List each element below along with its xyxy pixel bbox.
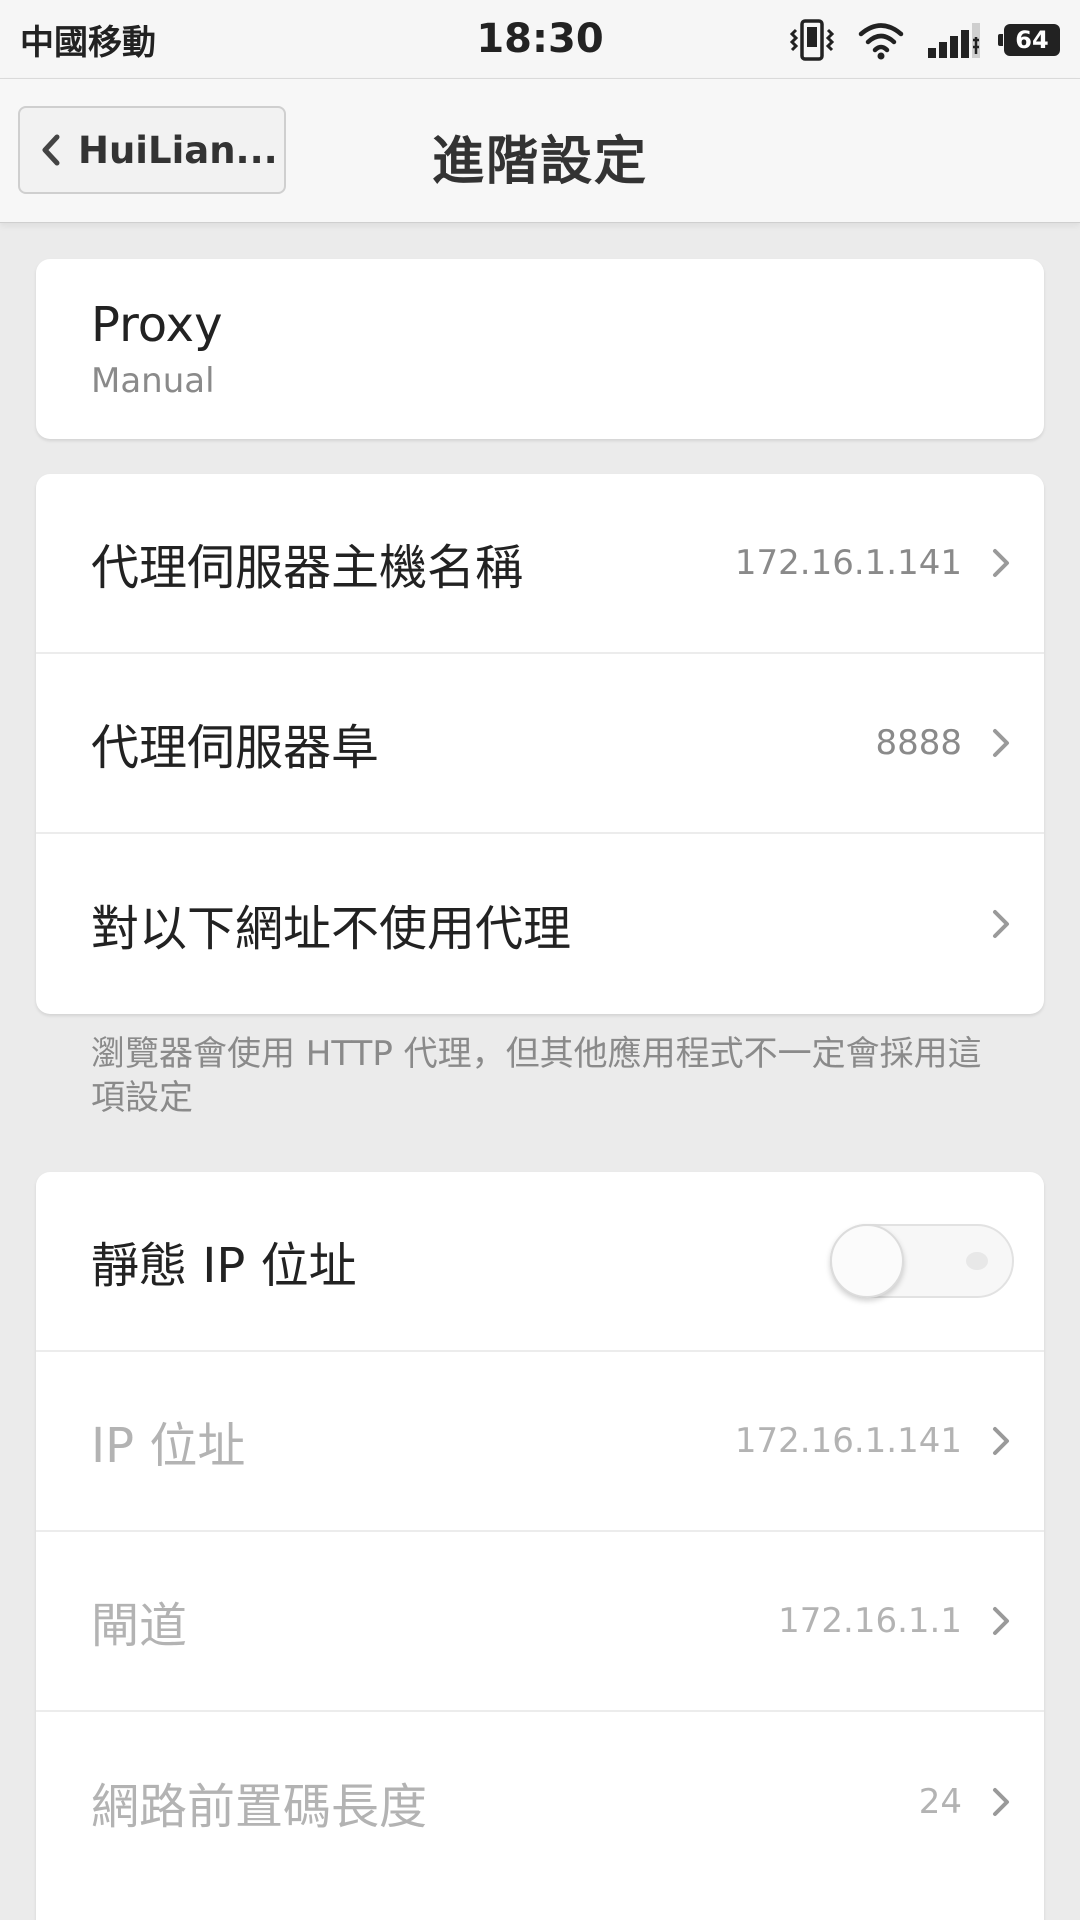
wifi-icon [858, 23, 904, 60]
proxy-settings-card: 代理伺服器主機名稱 172.16.1.141 代理伺服器阜 8888 對以下網址… [36, 474, 1044, 1014]
prefix-length-row[interactable]: 網路前置碼長度 24 [36, 1712, 1044, 1892]
status-icons: 64 [788, 18, 1060, 62]
gateway-row[interactable]: 閘道 172.16.1.1 [36, 1532, 1044, 1712]
chevron-right-icon [993, 1788, 1009, 1816]
toggle-indicator [966, 1252, 988, 1270]
signal-icon [928, 23, 980, 58]
battery-level: 64 [1015, 26, 1049, 54]
vibrate-icon [789, 19, 835, 61]
proxy-port-label: 代理伺服器阜 [91, 720, 380, 776]
chevron-right-icon [993, 910, 1009, 938]
page-title: 進階設定 [431, 132, 648, 192]
proxy-bypass-label: 對以下網址不使用代理 [91, 901, 572, 957]
gateway-value: 172.16.1.1 [778, 1601, 962, 1641]
proxy-label: Proxy [91, 297, 223, 353]
proxy-value: Manual [91, 361, 215, 401]
prefix-length-value: 24 [918, 1782, 962, 1822]
chevron-right-icon [993, 1607, 1009, 1635]
gateway-label: 閘道 [91, 1598, 188, 1654]
screen: 中國移動 18:30 64 HuiLian... 進階設定 Proxy Manu… [0, 0, 1080, 1920]
prefix-length-label: 網路前置碼長度 [91, 1779, 428, 1835]
chevron-right-icon [993, 1427, 1009, 1455]
status-bar: 中國移動 18:30 64 [0, 0, 1080, 78]
static-ip-row[interactable]: 靜態 IP 位址 [36, 1172, 1044, 1352]
static-ip-label: 靜態 IP 位址 [91, 1238, 357, 1294]
proxy-bypass-row[interactable]: 對以下網址不使用代理 [36, 834, 1044, 1014]
ip-address-label: IP 位址 [91, 1418, 246, 1474]
proxy-card[interactable]: Proxy Manual [36, 259, 1044, 439]
chevron-right-icon [993, 729, 1009, 757]
ip-address-row[interactable]: IP 位址 172.16.1.141 [36, 1352, 1044, 1532]
proxy-hostname-value: 172.16.1.141 [734, 543, 962, 583]
proxy-hostname-label: 代理伺服器主機名稱 [91, 540, 524, 596]
static-ip-toggle[interactable] [830, 1224, 1014, 1298]
ip-address-value: 172.16.1.141 [734, 1421, 962, 1461]
battery-icon: 64 [998, 24, 1060, 56]
static-ip-card: 靜態 IP 位址 IP 位址 172.16.1.141 閘道 172.16.1.… [36, 1172, 1044, 1920]
proxy-port-value: 8888 [875, 723, 962, 763]
proxy-note: 瀏覽器會使用 HTTP 代理，但其他應用程式不一定會採用這項設定 [91, 1034, 982, 1118]
title-bar: HuiLian... 進階設定 [0, 78, 1080, 223]
proxy-port-row[interactable]: 代理伺服器阜 8888 [36, 654, 1044, 834]
chevron-right-icon [993, 549, 1009, 577]
proxy-hostname-row[interactable]: 代理伺服器主機名稱 172.16.1.141 [36, 474, 1044, 654]
proxy-setting[interactable]: Proxy Manual [36, 259, 1044, 401]
toggle-knob[interactable] [830, 1224, 904, 1298]
